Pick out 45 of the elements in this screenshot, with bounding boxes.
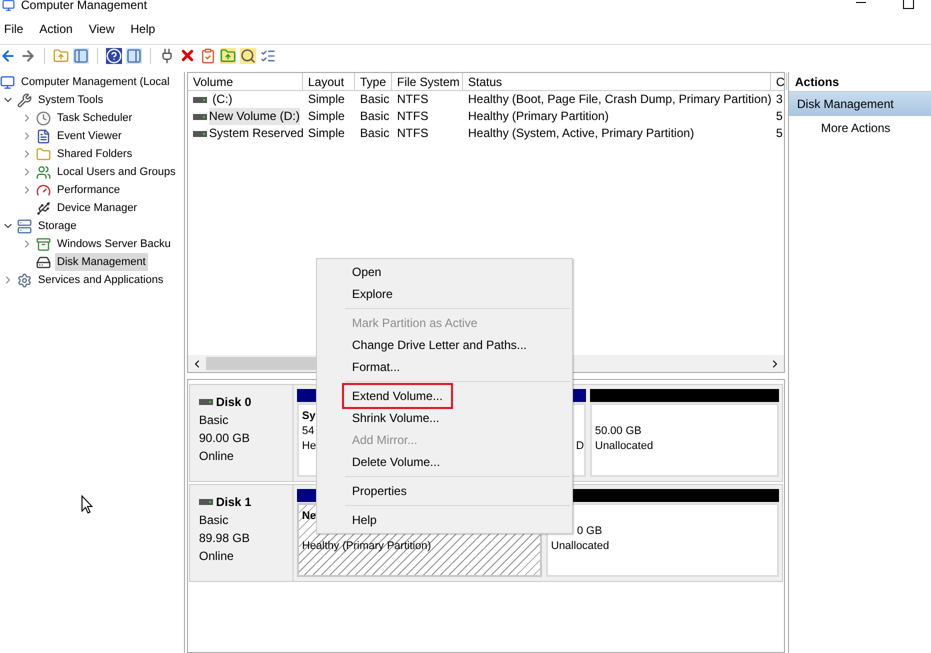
table-cell-text: Healthy (System, Active, Primary Partition) <box>467 125 696 142</box>
menu-label: Open <box>351 264 382 281</box>
menu-label: Change Drive Letter and Paths... <box>351 337 528 354</box>
table-cell-text: 3 <box>775 91 784 108</box>
table-cell-text: Simple <box>307 108 346 125</box>
menu-label: Properties <box>351 483 408 500</box>
menu-label: Delete Volume... <box>351 454 442 471</box>
table-cell-text: Basic <box>359 91 390 108</box>
partition-text: D <box>576 439 584 454</box>
partition-text: Healthy (Primary Partition) <box>302 539 431 554</box>
disk-status: Online <box>199 548 235 565</box>
disk-status: Online <box>199 448 235 465</box>
partition-text: Ne <box>302 509 316 524</box>
table-cell-text: 5 <box>775 108 784 125</box>
partition-text: 50.00 GB <box>595 424 642 439</box>
highlight-box: Extend Volume... <box>342 383 453 409</box>
table-cell-text: Basic <box>359 125 390 142</box>
table-cell-text: Basic <box>359 108 390 125</box>
disk-name: Disk 0 <box>216 394 252 411</box>
table-cell-text: Simple <box>307 91 346 108</box>
table-cell-text: Simple <box>307 125 346 142</box>
menu-label: Explore <box>351 286 394 303</box>
menu-label: Shrink Volume... <box>351 410 440 427</box>
partition-text: Sy <box>302 409 316 424</box>
partition-text: 0 GB <box>577 524 602 539</box>
menu-label: Format... <box>351 359 402 376</box>
partition-text: He <box>302 439 316 454</box>
disk-size: 90.00 GB <box>199 430 251 447</box>
menu-label: Help <box>351 512 378 529</box>
disk-name: Disk 1 <box>216 494 252 511</box>
table-cell-text: 5 <box>775 125 784 142</box>
partition-text: Unallocated <box>595 439 654 454</box>
menu-label: Add Mirror... <box>351 432 418 449</box>
partition-text: 54 <box>302 424 314 439</box>
disk-type: Basic <box>199 412 230 429</box>
partition-text: Unallocated <box>551 539 610 554</box>
table-cell-text: NTFS <box>396 91 430 108</box>
table-cell-text: NTFS <box>396 108 430 125</box>
disk-type: Basic <box>199 512 230 529</box>
table-cell-text: Healthy (Boot, Page File, Crash Dump, Primary Partition) <box>467 91 771 108</box>
table-cell-text: NTFS <box>396 125 430 142</box>
window-title: Computer Management <box>21 0 148 11</box>
table-cell-text: Healthy (Primary Partition) <box>467 108 610 125</box>
menu-label: Mark Partition as Active <box>351 315 478 332</box>
disk-size: 89.98 GB <box>199 530 251 547</box>
